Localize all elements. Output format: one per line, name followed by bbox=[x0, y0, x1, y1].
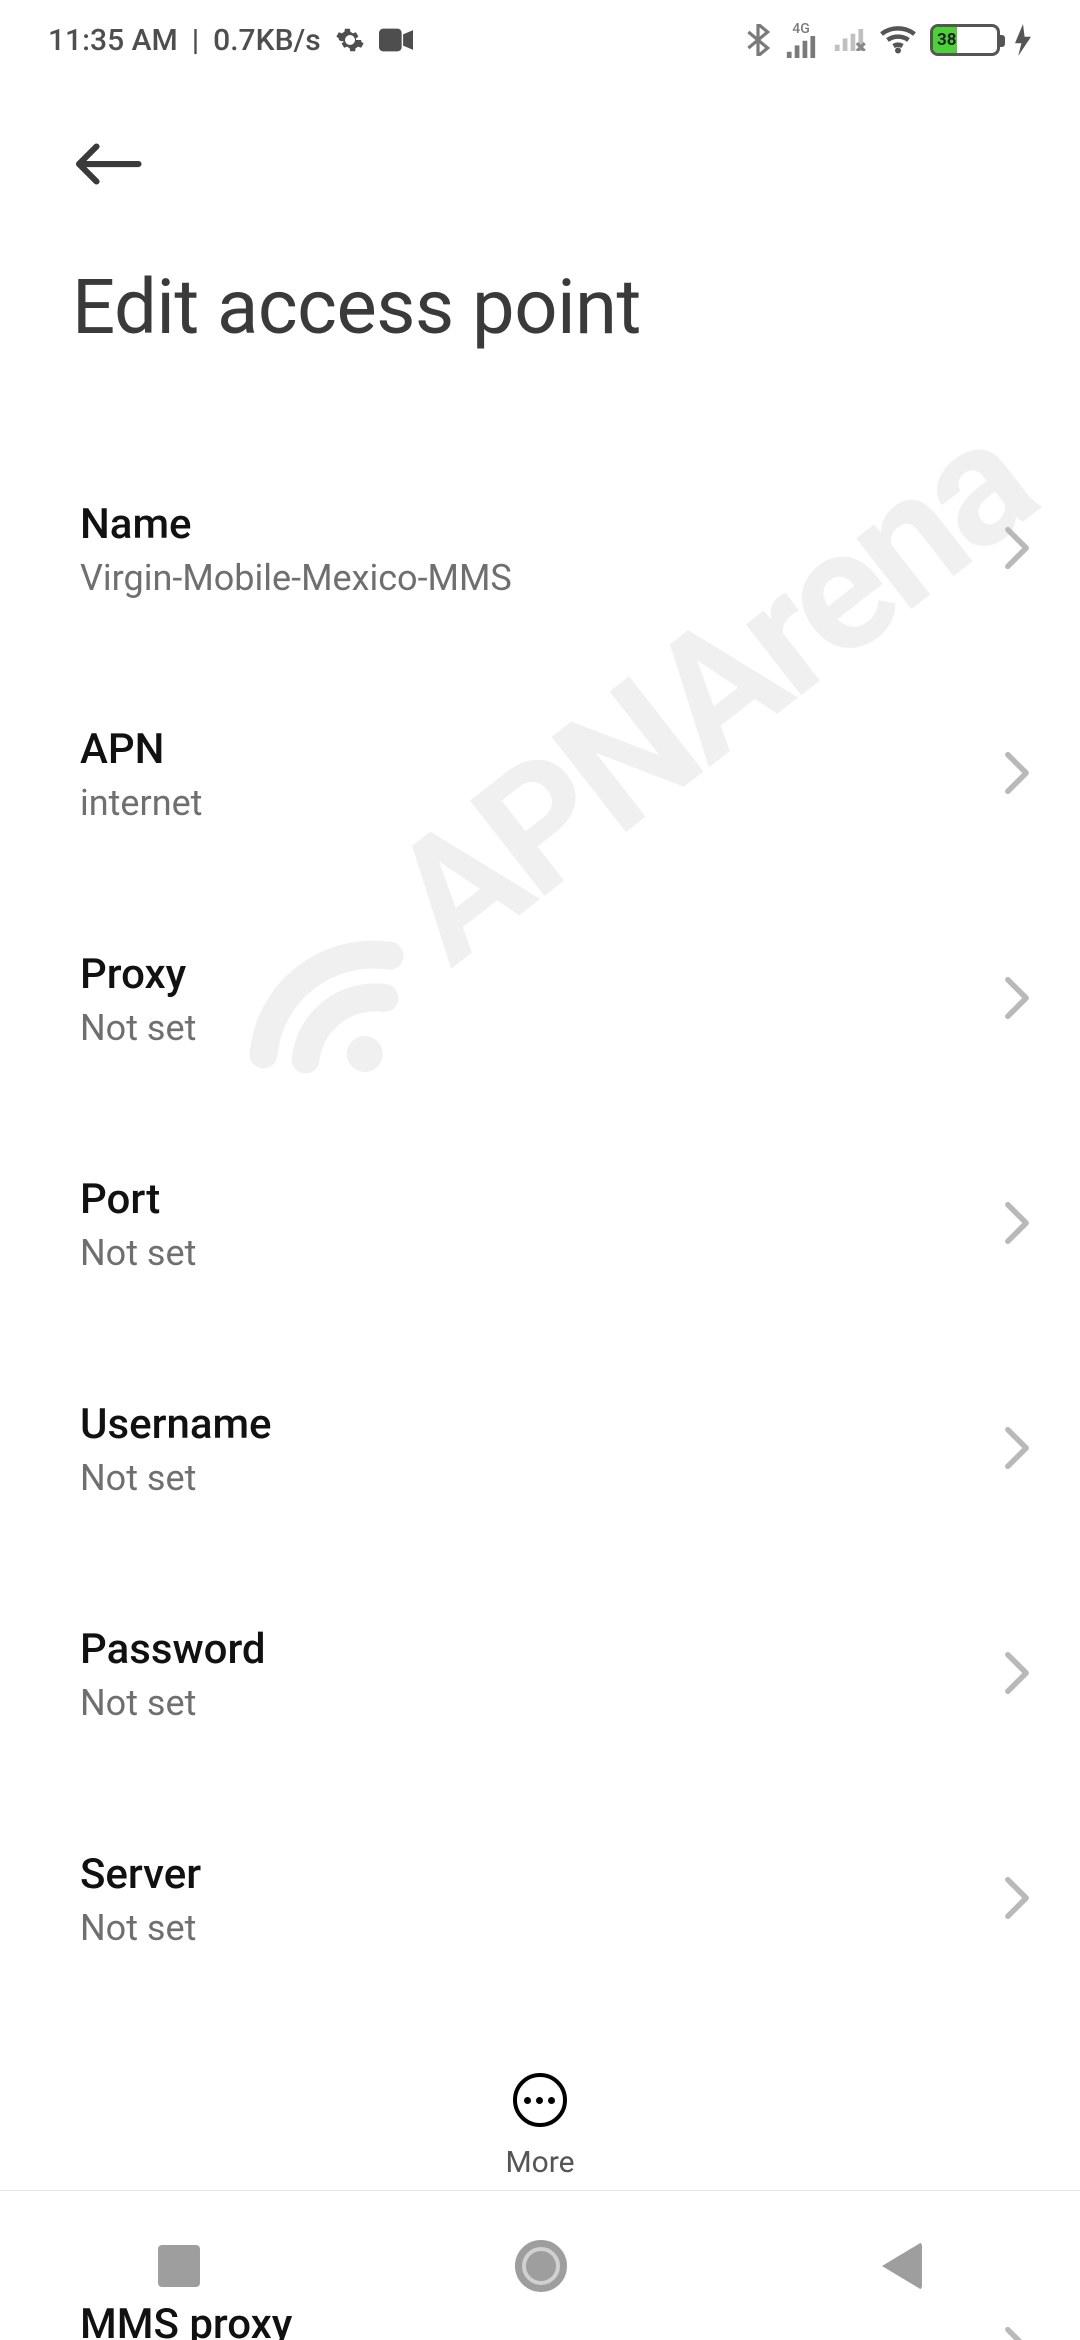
signal-nosim-icon bbox=[832, 29, 866, 51]
setting-username[interactable]: Username Not set bbox=[80, 1362, 1032, 1537]
setting-label: Password bbox=[80, 1625, 942, 1674]
wifi-icon bbox=[880, 26, 916, 54]
setting-label: Username bbox=[80, 1400, 942, 1449]
setting-value: Not set bbox=[80, 1457, 942, 1499]
nav-home-button[interactable] bbox=[515, 2240, 567, 2292]
bluetooth-icon bbox=[746, 24, 770, 56]
battery-icon: 38 bbox=[930, 24, 1000, 56]
setting-value: Not set bbox=[80, 1907, 942, 1949]
system-nav-bar bbox=[0, 2190, 1080, 2340]
more-button[interactable]: More bbox=[505, 2073, 574, 2180]
page-title: Edit access point bbox=[72, 262, 1008, 352]
back-button[interactable] bbox=[72, 140, 1008, 192]
chevron-right-icon bbox=[1002, 1876, 1032, 1924]
status-left: 11:35 AM | 0.7KB/s bbox=[48, 23, 413, 58]
camera-icon bbox=[379, 28, 413, 52]
setting-label: Proxy bbox=[80, 950, 942, 999]
more-icon bbox=[513, 2073, 567, 2127]
chevron-right-icon bbox=[1002, 526, 1032, 574]
nav-recents-button[interactable] bbox=[158, 2245, 200, 2287]
setting-name[interactable]: Name Virgin-Mobile-Mexico-MMS bbox=[80, 462, 1032, 637]
chevron-right-icon bbox=[1002, 976, 1032, 1024]
status-netspeed: 0.7KB/s bbox=[213, 23, 320, 58]
signal-4g-icon: 4G bbox=[784, 22, 818, 58]
setting-server[interactable]: Server Not set bbox=[80, 1812, 1032, 1987]
chevron-right-icon bbox=[1002, 1651, 1032, 1699]
app-bar: Edit access point bbox=[0, 80, 1080, 352]
setting-label: Name bbox=[80, 500, 942, 549]
arrow-left-icon bbox=[72, 140, 142, 188]
setting-password[interactable]: Password Not set bbox=[80, 1587, 1032, 1762]
status-bar: 11:35 AM | 0.7KB/s 4G 38 bbox=[0, 0, 1080, 80]
battery-percent: 38 bbox=[937, 30, 957, 50]
chevron-right-icon bbox=[1002, 751, 1032, 799]
bottom-action-bar: More bbox=[0, 2043, 1080, 2180]
setting-label: Port bbox=[80, 1175, 942, 1224]
setting-label: Server bbox=[80, 1850, 942, 1899]
setting-label: APN bbox=[80, 725, 942, 774]
setting-proxy[interactable]: Proxy Not set bbox=[80, 912, 1032, 1087]
chevron-right-icon bbox=[1002, 1426, 1032, 1474]
charging-icon bbox=[1014, 24, 1032, 56]
setting-value: internet bbox=[80, 782, 942, 824]
setting-value: Not set bbox=[80, 1007, 942, 1049]
setting-port[interactable]: Port Not set bbox=[80, 1137, 1032, 1312]
gear-icon bbox=[335, 25, 365, 55]
more-label: More bbox=[505, 2145, 574, 2180]
chevron-right-icon bbox=[1002, 1201, 1032, 1249]
status-right: 4G 38 bbox=[746, 22, 1032, 58]
nav-back-button[interactable] bbox=[882, 2242, 922, 2290]
setting-value: Not set bbox=[80, 1682, 942, 1724]
setting-value: Not set bbox=[80, 1232, 942, 1274]
setting-apn[interactable]: APN internet bbox=[80, 687, 1032, 862]
status-time: 11:35 AM bbox=[48, 23, 178, 58]
setting-value: Virgin-Mobile-Mexico-MMS bbox=[80, 557, 942, 599]
